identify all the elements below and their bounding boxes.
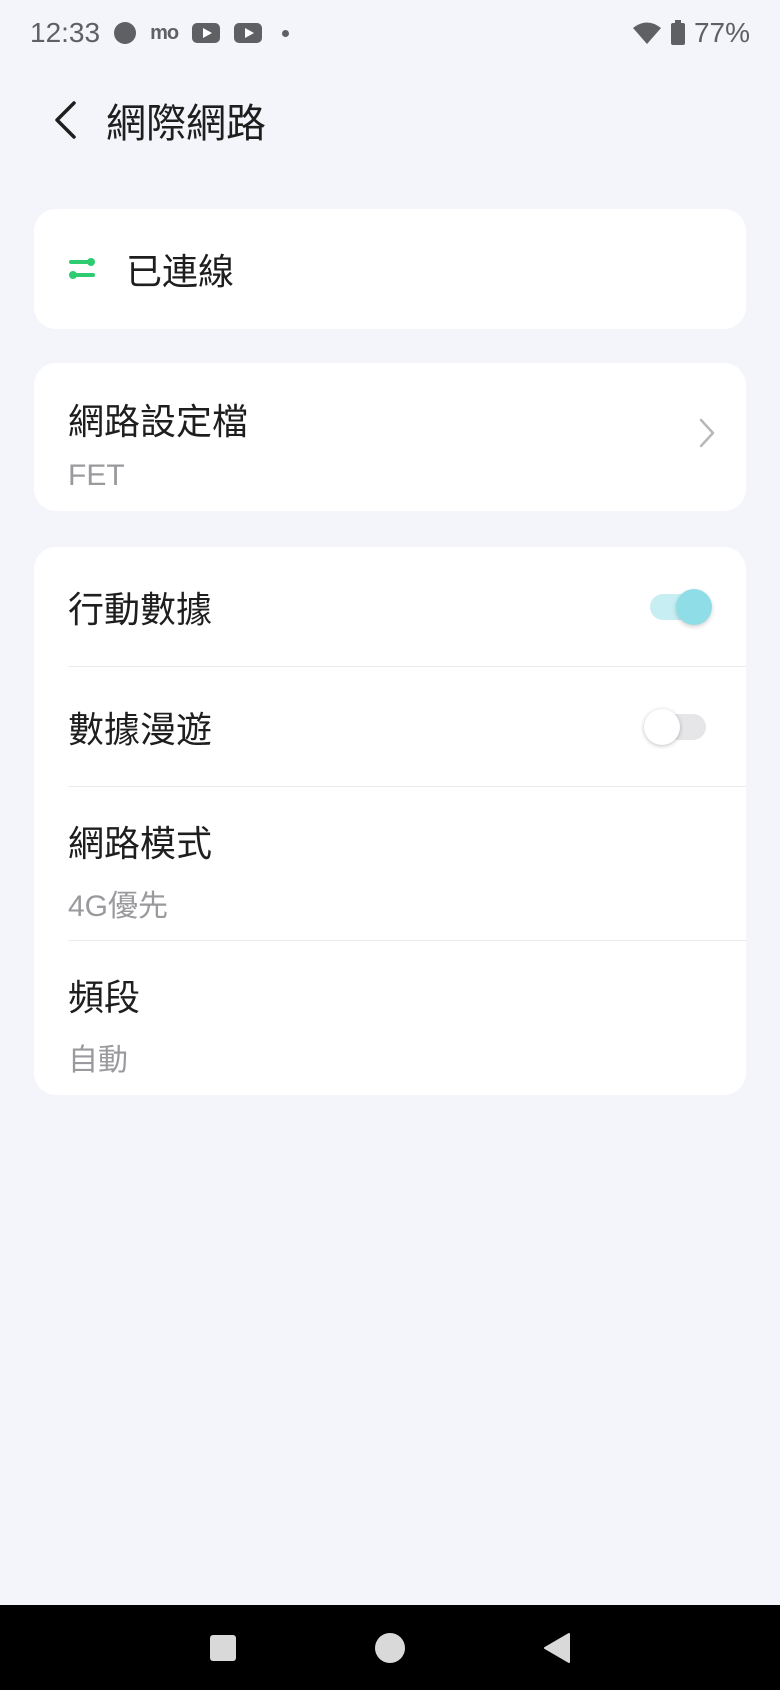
toggle-knob — [644, 709, 680, 745]
network-mode-value: 4G優先 — [68, 890, 169, 923]
battery-percent: 77% — [693, 17, 750, 48]
data-roaming-toggle[interactable] — [644, 709, 706, 745]
header: 網際網路 — [0, 80, 780, 160]
network-mode-row[interactable]: 網路模式 4G優先 — [34, 787, 746, 941]
network-profile-title: 網路設定檔 — [68, 402, 249, 443]
status-time: 12:33 — [30, 17, 101, 48]
wifi-icon — [632, 22, 661, 44]
band-row[interactable]: 頻段 自動 — [34, 941, 746, 1095]
home-button[interactable] — [350, 1608, 430, 1688]
navigation-bar — [0, 1605, 780, 1690]
mobile-data-toggle[interactable] — [650, 589, 712, 625]
square-icon — [210, 1634, 237, 1661]
triangle-icon — [543, 1632, 570, 1663]
recent-apps-button[interactable] — [183, 1608, 263, 1688]
data-roaming-row[interactable]: 數據漫遊 — [34, 667, 746, 787]
data-roaming-label: 數據漫遊 — [68, 710, 213, 751]
more-notifications-icon — [282, 29, 290, 37]
network-profile-row[interactable]: 網路設定檔 FET — [34, 363, 746, 511]
notification-dot-icon — [114, 22, 137, 44]
connection-status-label: 已連線 — [126, 252, 235, 293]
chevron-right-icon — [699, 418, 715, 448]
nav-back-button[interactable] — [517, 1608, 597, 1688]
status-bar: 12:33 mo 77% — [0, 0, 780, 66]
band-label: 頻段 — [68, 978, 141, 1019]
momo-app-icon: mo — [150, 22, 179, 44]
band-value: 自動 — [68, 1044, 128, 1077]
chevron-left-icon — [55, 101, 76, 139]
network-profile-value: FET — [68, 459, 125, 492]
connection-status-card: 已連線 — [34, 209, 746, 329]
network-mode-label: 網路模式 — [68, 824, 213, 865]
connection-icon — [69, 258, 95, 279]
battery-icon — [670, 20, 685, 45]
youtube-icon — [192, 23, 221, 43]
toggle-knob — [676, 589, 712, 625]
mobile-data-label: 行動數據 — [68, 590, 213, 631]
circle-icon — [374, 1632, 405, 1663]
youtube-icon-2 — [234, 23, 263, 43]
page-title: 網際網路 — [106, 101, 266, 147]
mobile-data-row[interactable]: 行動數據 — [34, 547, 746, 667]
back-button[interactable] — [30, 85, 100, 155]
mobile-settings-card: 行動數據 數據漫遊 網路模式 4G優先 頻段 自動 — [34, 547, 746, 1095]
